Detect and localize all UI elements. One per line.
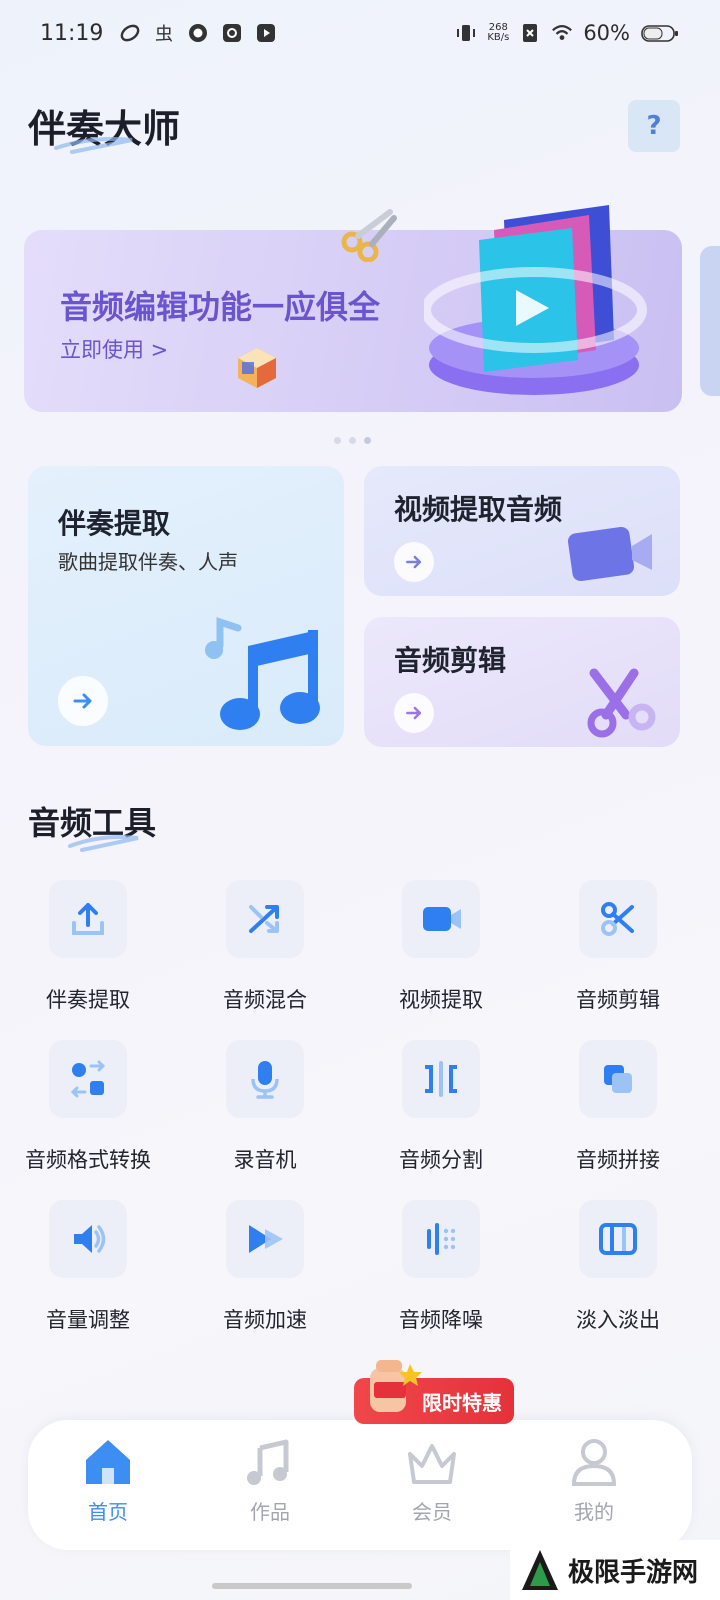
crown-icon bbox=[408, 1444, 456, 1484]
fist-gift-icon bbox=[370, 1360, 422, 1412]
tool-recorder[interactable]: 录音机 bbox=[177, 1040, 353, 1190]
battery-percent: 60% bbox=[583, 21, 630, 45]
title-swoosh-decoration bbox=[54, 137, 133, 154]
watermark: 极限手游网 bbox=[510, 1540, 720, 1600]
tool-audio-split[interactable]: 音频分割 bbox=[353, 1040, 529, 1190]
nav-item-works[interactable]: 作品 bbox=[210, 1434, 330, 1525]
card-subtitle: 歌曲提取伴奏、人声 bbox=[58, 550, 238, 574]
fade-icon bbox=[579, 1200, 657, 1278]
tool-audio-mix[interactable]: 音频混合 bbox=[177, 880, 353, 1030]
video-stack-illustration bbox=[424, 205, 647, 395]
scissors-decoration-icon bbox=[341, 209, 397, 262]
scissors-illustration bbox=[587, 668, 656, 738]
battery-icon bbox=[640, 22, 680, 44]
mail-app-icon bbox=[221, 22, 243, 44]
video-camera-icon bbox=[402, 880, 480, 958]
card-title: 伴奏提取 bbox=[58, 507, 171, 540]
nav-item-profile[interactable]: 我的 bbox=[534, 1434, 654, 1525]
arrow-right-icon[interactable] bbox=[58, 676, 108, 726]
arrow-right-icon[interactable] bbox=[394, 542, 434, 582]
leaf-app-icon bbox=[119, 22, 141, 44]
arrow-right-icon[interactable] bbox=[394, 693, 434, 733]
tool-label: 伴奏提取 bbox=[46, 988, 130, 1012]
music-note-icon bbox=[247, 1439, 289, 1485]
tool-noise-reduction[interactable]: 音频降噪 bbox=[353, 1200, 529, 1350]
card-title: 音频剪辑 bbox=[394, 644, 507, 677]
help-button[interactable]: ? bbox=[628, 100, 680, 152]
video-camera-illustration bbox=[567, 526, 652, 582]
scissors-icon bbox=[579, 880, 657, 958]
tool-label: 音频降噪 bbox=[399, 1308, 483, 1332]
split-icon bbox=[402, 1040, 480, 1118]
tool-audio-edit[interactable]: 音频剪辑 bbox=[530, 880, 706, 1030]
banner-use-now-link[interactable]: 立即使用 > bbox=[60, 334, 168, 364]
tool-format-convert[interactable]: 音频格式转换 bbox=[0, 1040, 176, 1190]
cube-decoration-icon bbox=[238, 348, 276, 388]
tool-label: 淡入淡出 bbox=[576, 1308, 660, 1332]
video-extract-audio-card[interactable]: 视频提取音频 bbox=[364, 466, 680, 596]
card-title: 视频提取音频 bbox=[394, 493, 563, 526]
tool-label: 音量调整 bbox=[46, 1308, 130, 1332]
banner-dot bbox=[334, 437, 341, 444]
network-speed: 268 KB/s bbox=[487, 23, 509, 43]
volume-icon bbox=[49, 1200, 127, 1278]
shuffle-icon bbox=[226, 880, 304, 958]
next-banner-peek[interactable] bbox=[700, 246, 720, 396]
tool-audio-speedup[interactable]: 音频加速 bbox=[177, 1200, 353, 1350]
chat-app-icon bbox=[187, 22, 209, 44]
accompaniment-extract-card[interactable]: 伴奏提取 歌曲提取伴奏、人声 bbox=[28, 466, 344, 746]
nav-label: 会员 bbox=[412, 1500, 452, 1524]
tool-fade-in-out[interactable]: 淡入淡出 bbox=[530, 1200, 706, 1350]
section-swoosh-decoration bbox=[68, 835, 139, 852]
user-icon bbox=[571, 1439, 617, 1486]
watermark-logo-icon bbox=[522, 1550, 558, 1590]
tool-label: 音频分割 bbox=[399, 1148, 483, 1172]
audio-edit-card[interactable]: 音频剪辑 bbox=[364, 617, 680, 747]
tool-label: 视频提取 bbox=[399, 988, 483, 1012]
microphone-icon bbox=[226, 1040, 304, 1118]
home-icon bbox=[86, 1440, 130, 1484]
nav-label: 作品 bbox=[250, 1500, 290, 1524]
nav-label: 首页 bbox=[88, 1500, 128, 1524]
nav-item-home[interactable]: 首页 bbox=[48, 1434, 168, 1525]
svg-text:虫: 虫 bbox=[155, 24, 173, 44]
play-app-icon bbox=[255, 22, 277, 44]
wifi-icon bbox=[551, 22, 573, 44]
banner-pagination bbox=[334, 437, 371, 444]
merge-icon bbox=[579, 1040, 657, 1118]
status-time: 11:19 bbox=[40, 20, 104, 46]
bug-app-icon: 虫 bbox=[153, 22, 175, 44]
tool-label: 音频混合 bbox=[223, 988, 307, 1012]
tool-label: 音频格式转换 bbox=[25, 1148, 151, 1172]
upload-icon bbox=[49, 880, 127, 958]
vibrate-icon bbox=[455, 22, 477, 44]
tool-label: 音频剪辑 bbox=[576, 988, 660, 1012]
noise-reduction-icon bbox=[402, 1200, 480, 1278]
bottom-navigation-bar: 首页 作品 会员 我的 bbox=[28, 1420, 692, 1550]
tool-label: 音频加速 bbox=[223, 1308, 307, 1332]
tool-video-extract[interactable]: 视频提取 bbox=[353, 880, 529, 1030]
no-sim-icon bbox=[519, 22, 541, 44]
home-indicator bbox=[212, 1583, 412, 1589]
music-note-illustration bbox=[205, 617, 320, 730]
tool-label: 音频拼接 bbox=[576, 1148, 660, 1172]
net-speed-unit: KB/s bbox=[487, 32, 510, 43]
fast-forward-icon bbox=[226, 1200, 304, 1278]
status-bar: 11:19 虫 268 KB/s 60% bbox=[0, 0, 720, 66]
banner-title: 音频编辑功能一应俱全 bbox=[60, 288, 381, 326]
banner-dot-active bbox=[364, 437, 371, 444]
watermark-text: 极限手游网 bbox=[568, 1557, 699, 1588]
tool-audio-merge[interactable]: 音频拼接 bbox=[530, 1040, 706, 1190]
banner-dot bbox=[349, 437, 356, 444]
nav-item-membership[interactable]: 会员 bbox=[372, 1434, 492, 1525]
tool-accompaniment-extract[interactable]: 伴奏提取 bbox=[0, 880, 176, 1030]
tool-volume-adjust[interactable]: 音量调整 bbox=[0, 1200, 176, 1350]
nav-label: 我的 bbox=[574, 1500, 614, 1524]
format-convert-icon bbox=[49, 1040, 127, 1118]
tool-label: 录音机 bbox=[233, 1148, 297, 1172]
